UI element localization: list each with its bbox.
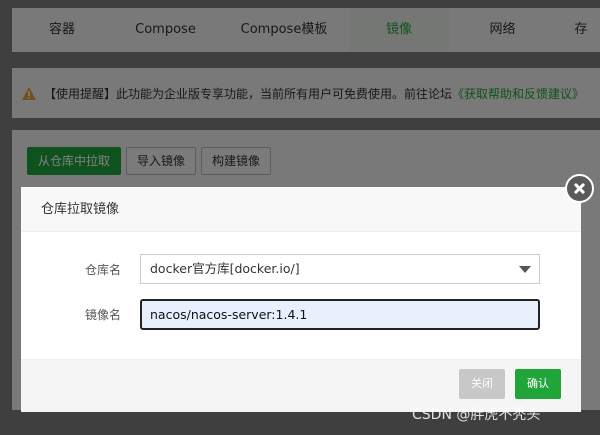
repo-select-value: docker官方库[docker.io/]: [150, 261, 300, 276]
confirm-button[interactable]: 确认: [515, 369, 561, 399]
repo-label: 仓库名: [84, 262, 121, 277]
image-label: 镜像名: [84, 308, 121, 322]
watermark: CSDN @胖虎不秃头: [412, 407, 541, 423]
image-row: 镜像名: [21, 299, 121, 330]
repo-row: 仓库名: [21, 254, 121, 284]
image-name-input[interactable]: [140, 299, 540, 330]
chevron-down-icon: [519, 266, 531, 273]
repo-select[interactable]: docker官方库[docker.io/]: [140, 254, 540, 284]
dialog-title: 仓库拉取镜像: [21, 187, 581, 232]
pull-image-dialog: 仓库拉取镜像 仓库名 docker官方库[docker.io/] 镜像名 关闭 …: [21, 187, 581, 412]
close-icon[interactable]: [565, 174, 594, 203]
close-button[interactable]: 关闭: [459, 369, 505, 399]
